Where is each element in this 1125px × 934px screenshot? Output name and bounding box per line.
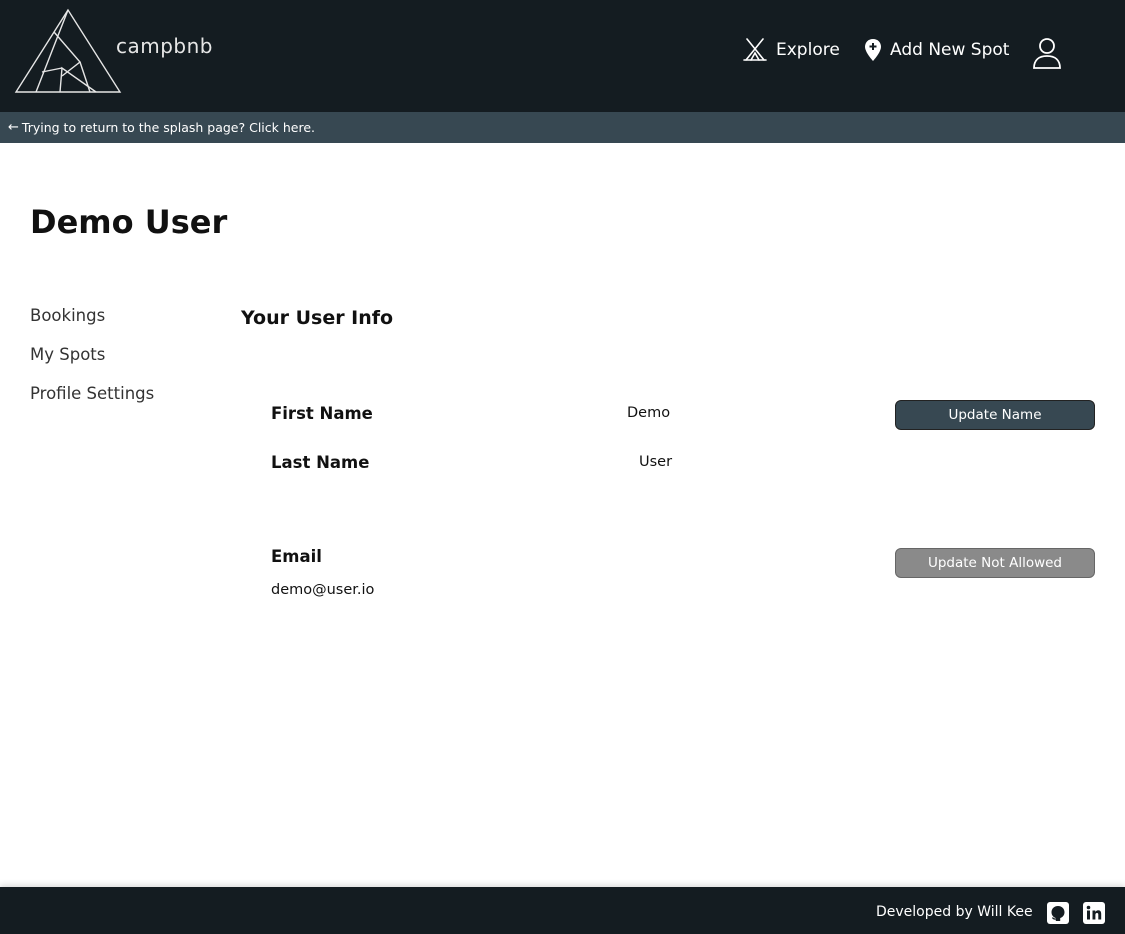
campbnb-logo-icon[interactable]: [14, 8, 124, 96]
sidebar-item-my-spots[interactable]: My Spots: [30, 345, 154, 384]
profile-sidebar: Bookings My Spots Profile Settings: [30, 306, 154, 423]
nav-add-spot-label: Add New Spot: [890, 40, 1010, 60]
splash-return-text: Trying to return to the splash page? Cli…: [21, 120, 315, 135]
top-navbar: campbnb Explore Add New Spot: [0, 0, 1125, 112]
email-value: demo@user.io: [271, 582, 375, 598]
update-name-button[interactable]: Update Name: [895, 400, 1095, 430]
sidebar-item-bookings[interactable]: Bookings: [30, 306, 154, 345]
map-pin-plus-icon: [865, 39, 881, 61]
splash-return-banner[interactable]: ← Trying to return to the splash page? C…: [0, 112, 1125, 143]
footer: Developed by Will Kee: [0, 887, 1125, 934]
tent-icon: [743, 38, 767, 61]
linkedin-icon[interactable]: [1083, 902, 1105, 924]
nav-explore-label: Explore: [776, 40, 840, 60]
nav-add-spot-link[interactable]: Add New Spot: [864, 38, 1009, 62]
footer-credit: Developed by Will Kee: [876, 904, 1033, 920]
last-name-label: Last Name: [271, 453, 370, 472]
brand-name[interactable]: campbnb: [116, 34, 213, 58]
github-icon[interactable]: [1047, 902, 1069, 924]
first-name-value: Demo: [627, 405, 671, 421]
user-icon[interactable]: [1032, 37, 1062, 69]
arrow-left-icon: ←: [8, 120, 19, 135]
last-name-value: User: [639, 454, 673, 470]
nav-explore-link[interactable]: Explore: [742, 38, 840, 62]
sidebar-item-profile-settings[interactable]: Profile Settings: [30, 384, 154, 423]
first-name-label: First Name: [271, 404, 373, 423]
email-label: Email: [271, 547, 322, 566]
page-title: Demo User: [30, 203, 228, 241]
section-title: Your User Info: [241, 307, 394, 329]
update-email-button[interactable]: Update Not Allowed: [895, 548, 1095, 578]
